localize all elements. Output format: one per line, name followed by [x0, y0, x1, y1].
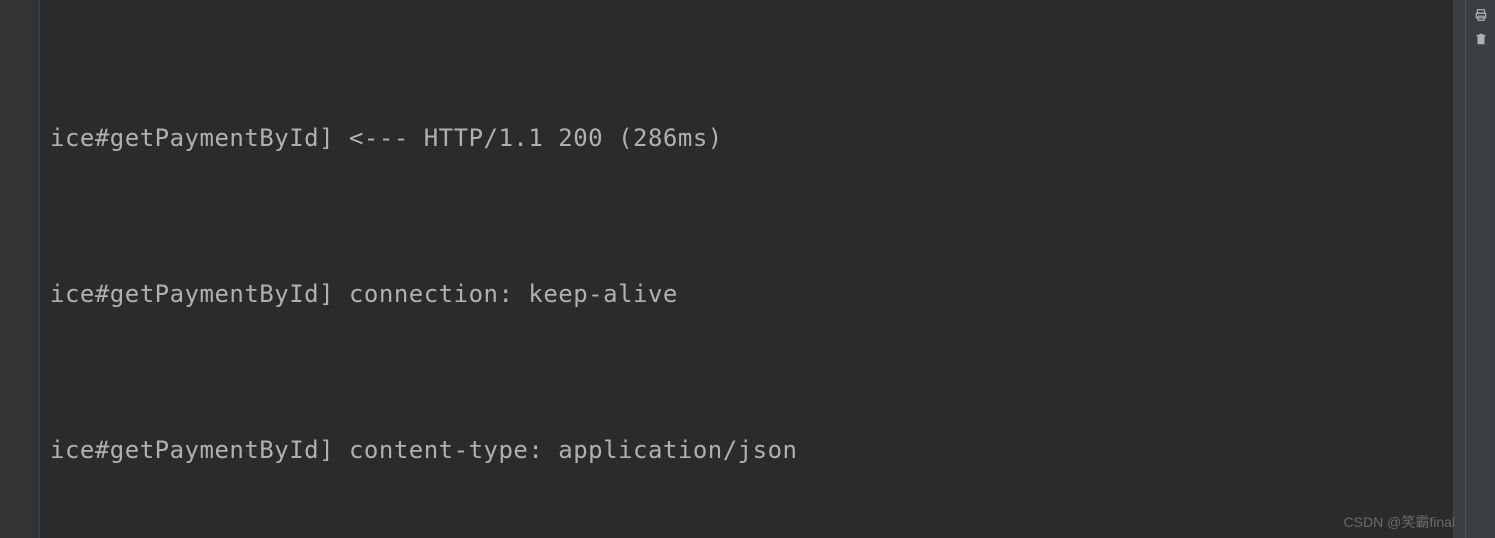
- log-line: ice#getPaymentById] connection: keep-ali…: [50, 268, 1455, 320]
- trash-icon[interactable]: [1472, 30, 1490, 48]
- log-console[interactable]: ice#getPaymentById] <--- HTTP/1.1 200 (2…: [50, 8, 1455, 538]
- scrollbar-vertical[interactable]: [1453, 0, 1465, 538]
- right-toolbar: [1465, 0, 1495, 538]
- log-line: ice#getPaymentById] content-type: applic…: [50, 424, 1455, 476]
- watermark: CSDN @笑霸final: [1344, 512, 1455, 532]
- print-icon[interactable]: [1472, 6, 1490, 24]
- log-line: ice#getPaymentById] <--- HTTP/1.1 200 (2…: [50, 112, 1455, 164]
- left-gutter: [0, 0, 40, 538]
